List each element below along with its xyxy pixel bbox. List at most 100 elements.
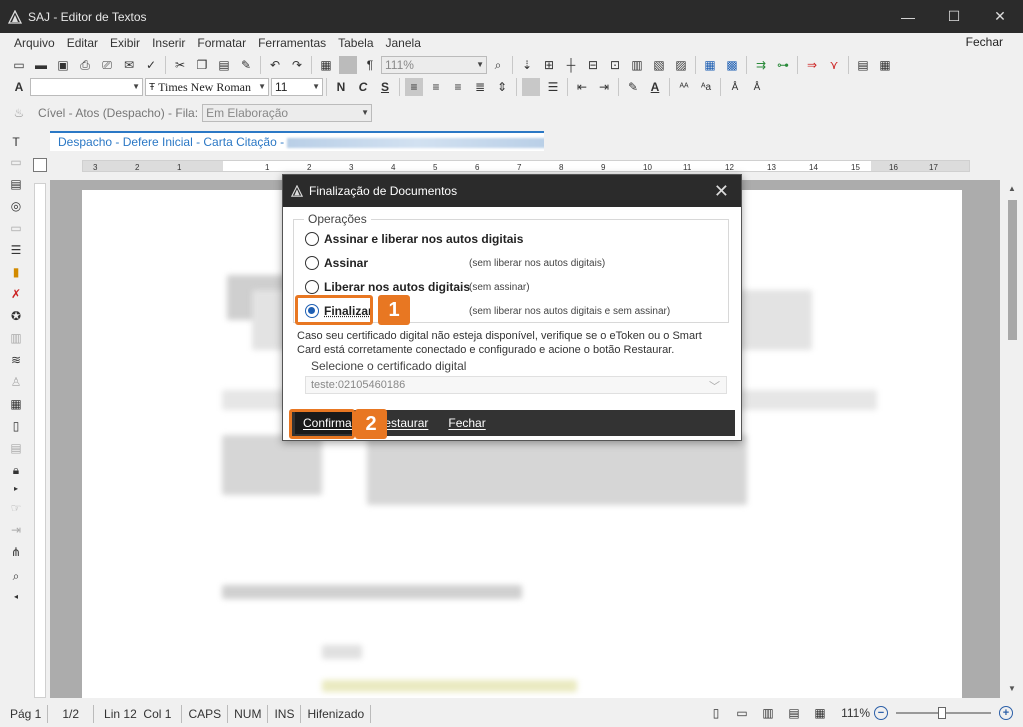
pen-icon[interactable]: ⌕ — [8, 568, 24, 584]
chevron-left-icon[interactable]: ◂ — [8, 588, 24, 604]
align-left-icon[interactable]: ≡ — [405, 78, 423, 96]
stamp-icon[interactable]: ▭ — [8, 154, 24, 170]
columns-icon[interactable]: ▥ — [8, 330, 24, 346]
view-two-page-icon[interactable]: ▥ — [759, 704, 777, 722]
fila-select[interactable]: Em Elaboração ▼ — [202, 104, 373, 122]
bullet-list-icon[interactable]: ☰ — [544, 78, 562, 96]
tree-icon[interactable]: ⊶ — [774, 56, 792, 74]
menu-formatar[interactable]: Formatar — [197, 36, 246, 50]
radio-sign-release[interactable] — [305, 232, 319, 246]
table-shade-icon[interactable]: ▨ — [672, 56, 690, 74]
spellcheck-icon[interactable]: ✓ — [142, 56, 160, 74]
doc-gray-icon[interactable]: ▤ — [8, 440, 24, 456]
open-folder-icon[interactable]: ▬ — [32, 56, 50, 74]
tab-stop-selector[interactable] — [33, 158, 47, 172]
zoom-combo[interactable]: 111% ▼ — [381, 56, 487, 74]
award-icon[interactable]: ✪ — [8, 308, 24, 324]
doc-list-icon[interactable]: ▤ — [8, 176, 24, 192]
font-color-icon[interactable]: A — [646, 78, 664, 96]
logout-icon[interactable]: ⇥ — [8, 522, 24, 538]
font-name-combo[interactable]: Ŧ Times New Roman ▼ — [145, 78, 269, 96]
shrink-font-icon[interactable]: Å — [748, 78, 766, 96]
certificate-select[interactable]: teste:02105460186 ﹀ — [305, 376, 727, 394]
move-icon[interactable]: ⇉ — [752, 56, 770, 74]
pilcrow-icon[interactable]: ¶ — [361, 56, 379, 74]
maximize-button[interactable]: ☐ — [931, 0, 977, 33]
vertical-scrollbar[interactable]: ▲ ▼ — [1003, 180, 1023, 698]
scroll-down-icon[interactable]: ▼ — [1008, 684, 1016, 693]
insert-field-icon[interactable]: ⇣ — [518, 56, 536, 74]
document-tab[interactable]: Despacho - Defere Inicial - Carta Citaçã… — [50, 131, 544, 151]
align-justify-icon[interactable]: ≣ — [471, 78, 489, 96]
new-document-icon[interactable]: ▭ — [10, 56, 28, 74]
font-size-combo[interactable]: 11 ▼ — [271, 78, 323, 96]
users-icon[interactable]: ♙ — [8, 374, 24, 390]
menu-inserir[interactable]: Inserir — [152, 36, 185, 50]
share-icon[interactable]: ⋔ — [8, 544, 24, 560]
stack-icon[interactable]: ≋ — [8, 352, 24, 368]
indent-increase-icon[interactable]: ⇥ — [595, 78, 613, 96]
table-insert-icon[interactable]: ⊞ — [540, 56, 558, 74]
paste-icon[interactable]: ▤ — [215, 56, 233, 74]
horizontal-ruler[interactable]: 3 2 1 1 2 3 4 5 6 7 8 9 10 11 12 13 14 1… — [82, 160, 970, 172]
filter-icon[interactable]: ⋎ — [825, 56, 843, 74]
scrollbar-thumb[interactable] — [1008, 200, 1017, 340]
style-combo[interactable]: ▼ — [30, 78, 143, 96]
minimize-button[interactable]: — — [885, 0, 931, 33]
calendar-icon[interactable]: ▦ — [8, 396, 24, 412]
menu-janela[interactable]: Janela — [386, 36, 421, 50]
redo-icon[interactable]: ↷ — [288, 56, 306, 74]
highlight-icon[interactable]: ✎ — [624, 78, 642, 96]
close-button[interactable]: Fechar — [440, 412, 493, 434]
phone-icon[interactable]: ▯ — [8, 418, 24, 434]
keyboard-icon[interactable]: ▤ — [854, 56, 872, 74]
list-icon[interactable]: ☰ — [8, 242, 24, 258]
table-merge-icon[interactable]: ⊡ — [606, 56, 624, 74]
menu-exibir[interactable]: Exibir — [110, 36, 140, 50]
menu-ferramentas[interactable]: Ferramentas — [258, 36, 326, 50]
align-center-icon[interactable]: ≡ — [427, 78, 445, 96]
comment-icon[interactable]: ▭ — [8, 220, 24, 236]
format-painter-icon[interactable]: ✎ — [237, 56, 255, 74]
underline-icon[interactable]: S — [376, 78, 394, 96]
table-col-icon[interactable]: ⊟ — [584, 56, 602, 74]
italic-icon[interactable]: C — [354, 78, 372, 96]
view-normal-icon[interactable]: ▯ — [707, 704, 725, 722]
menu-tabela[interactable]: Tabela — [338, 36, 373, 50]
lock-icon[interactable]: 🔒︎ — [8, 462, 24, 478]
save-icon[interactable]: ▣ — [54, 56, 72, 74]
grow-font-icon[interactable]: Å — [726, 78, 744, 96]
zoom-out-icon[interactable]: − — [874, 706, 888, 720]
doc-remove-icon[interactable]: ✗ — [8, 286, 24, 302]
align-right-icon[interactable]: ≡ — [449, 78, 467, 96]
mail-icon[interactable]: ✉ — [120, 56, 138, 74]
option-sign-release[interactable]: Assinar e liberar nos autos digitais — [305, 232, 523, 246]
layout-icon[interactable]: ▦ — [701, 56, 719, 74]
style-icon[interactable]: A — [10, 78, 28, 96]
view-outline-icon[interactable]: ▦ — [811, 704, 829, 722]
doc-search-icon[interactable]: ◎ — [8, 198, 24, 214]
radio-sign[interactable] — [305, 256, 319, 270]
zoom-search-icon[interactable]: ⌕ — [489, 56, 507, 74]
close-window-button[interactable]: ✕ — [977, 0, 1023, 33]
radio-release[interactable] — [305, 280, 319, 294]
print-preview-icon[interactable]: ⎚ — [98, 56, 116, 74]
copy-icon[interactable]: ❐ — [193, 56, 211, 74]
text-tool-icon[interactable]: T — [8, 134, 24, 150]
uppercase-icon[interactable]: ᴬᴬ — [675, 78, 693, 96]
dialog-close-icon[interactable]: ✕ — [714, 181, 729, 202]
zoom-slider[interactable] — [896, 707, 991, 719]
zoom-in-icon[interactable]: + — [999, 706, 1013, 720]
lowercase-icon[interactable]: ᴬa — [697, 78, 715, 96]
zoom-slider-thumb[interactable] — [938, 707, 946, 719]
undo-icon[interactable]: ↶ — [266, 56, 284, 74]
menu-fechar[interactable]: Fechar — [966, 35, 1003, 49]
table-row-icon[interactable]: ┼ — [562, 56, 580, 74]
scroll-up-icon[interactable]: ▲ — [1008, 184, 1016, 193]
option-release[interactable]: Liberar nos autos digitais — [305, 280, 470, 294]
doc-orange-icon[interactable]: ▮ — [8, 264, 24, 280]
table-toggle-icon[interactable] — [339, 56, 357, 74]
hand-icon[interactable]: ☞ — [8, 500, 24, 516]
bold-icon[interactable]: N — [332, 78, 350, 96]
table-border-icon[interactable]: ▧ — [650, 56, 668, 74]
